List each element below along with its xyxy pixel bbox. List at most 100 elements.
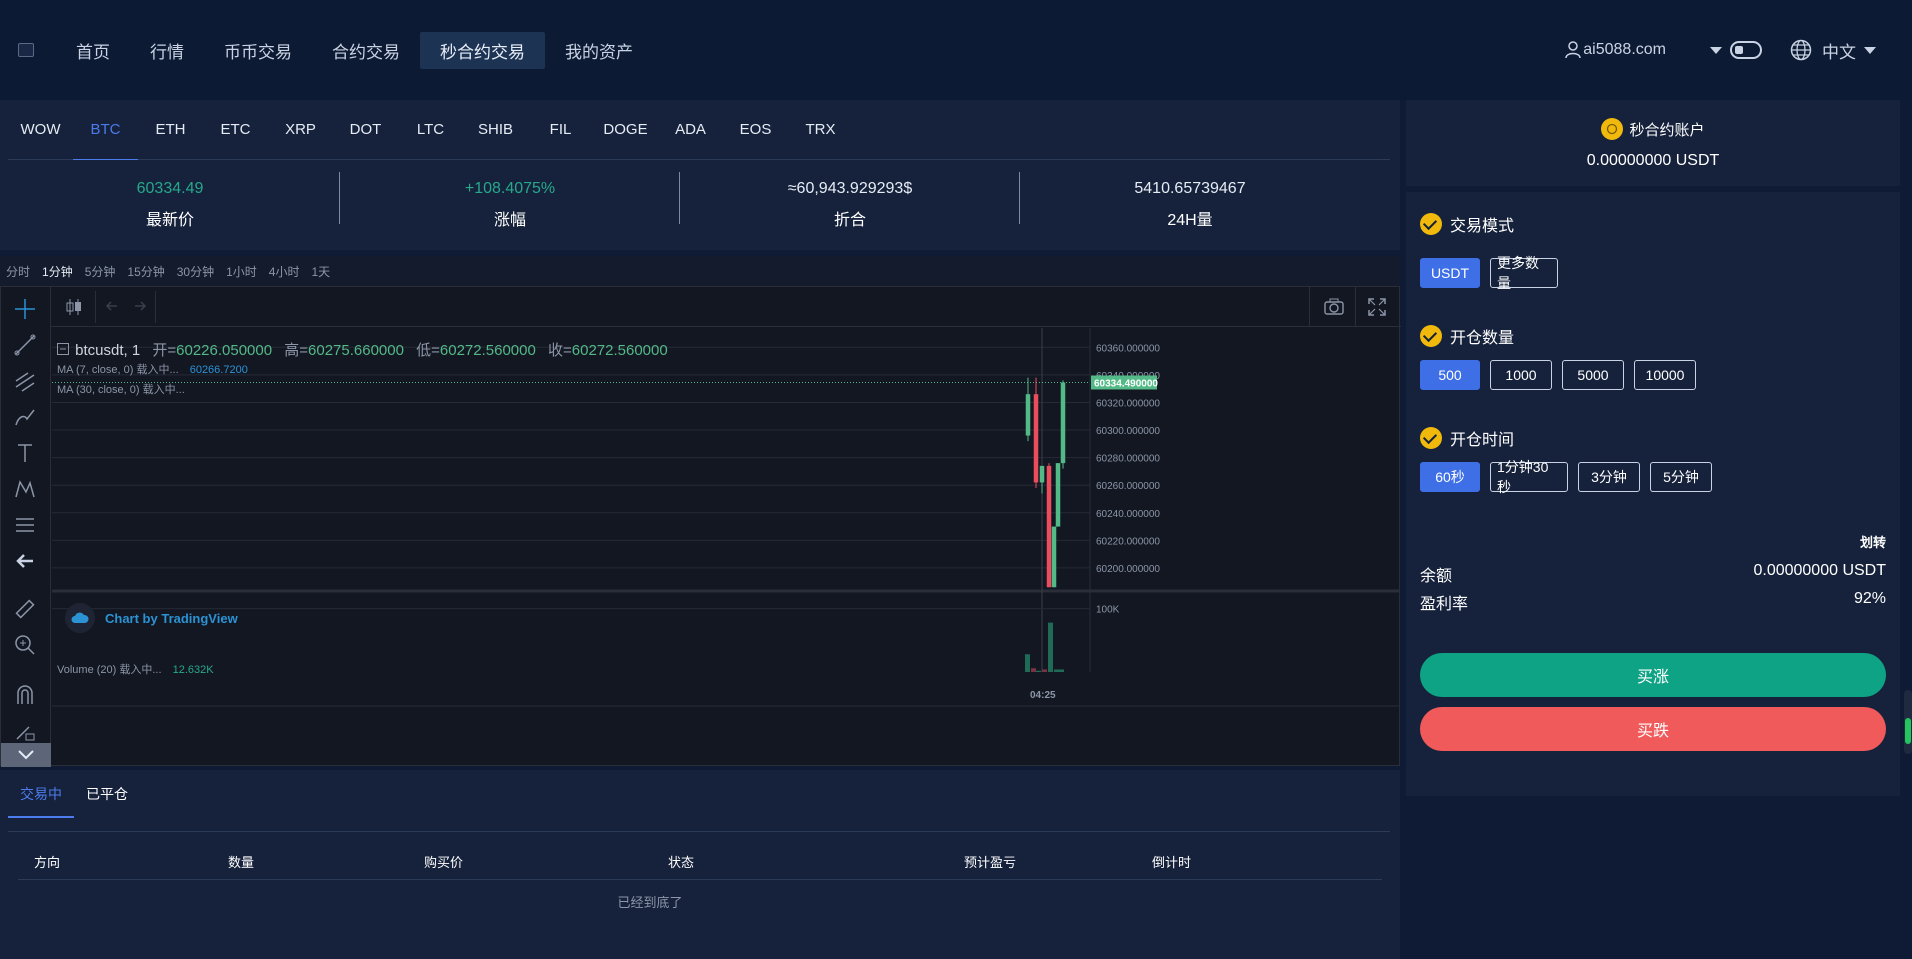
divider — [1355, 287, 1356, 327]
tradingview-badge[interactable]: Chart by TradingView — [65, 603, 238, 633]
time-5m-button[interactable]: 5分钟 — [1650, 462, 1712, 492]
col-estimated-pnl: 预计盈亏 — [964, 855, 1017, 870]
close-value: 60272.560000 — [571, 342, 668, 359]
coin-tab-btc[interactable]: BTC — [73, 100, 138, 161]
nav-futures[interactable]: 合约交易 — [312, 32, 420, 69]
low-value: 60272.560000 — [439, 342, 536, 359]
interval-15m[interactable]: 15分钟 — [121, 263, 170, 280]
candlestick-chart[interactable]: 60360.00000060340.00000060320.0000006030… — [52, 328, 1400, 766]
camera-icon[interactable] — [1323, 297, 1345, 317]
language-chevron-down-icon[interactable] — [1864, 46, 1876, 54]
profit-value: 92% — [1853, 590, 1886, 607]
mode-usdt-button[interactable]: USDT — [1420, 258, 1480, 288]
brush-icon[interactable] — [13, 405, 37, 429]
stat-equivalent: ≈60,943.929293$ 折合 — [680, 160, 1020, 250]
magnet-icon[interactable] — [13, 683, 37, 707]
col-direction: 方向 — [34, 855, 61, 870]
balance-label: 余额 — [1420, 568, 1453, 585]
coin-tab-fil[interactable]: FIL — [528, 100, 593, 160]
fullscreen-icon[interactable] — [1367, 297, 1387, 317]
candle-body — [1046, 465, 1052, 588]
ma7-value: 60266.7200 — [189, 364, 248, 376]
trade-mode-section: 交易模式 — [1420, 212, 1514, 236]
qty-500-button[interactable]: 500 — [1420, 360, 1480, 390]
low-label: 低= — [416, 342, 440, 359]
qty-10000-button[interactable]: 10000 — [1634, 360, 1696, 390]
volume-24h-label: 24H量 — [1167, 212, 1213, 229]
crosshair-icon[interactable] — [13, 297, 37, 321]
chart-symbol: btcusdt, 1 — [75, 342, 141, 359]
divider — [1309, 287, 1310, 327]
tab-closed[interactable]: 已平仓 — [74, 784, 140, 818]
buy-down-button[interactable]: 买跌 — [1420, 707, 1886, 751]
coin-tab-wow[interactable]: WOW — [8, 100, 73, 160]
open-value: 60226.050000 — [176, 342, 273, 359]
qty-1000-button[interactable]: 1000 — [1490, 360, 1552, 390]
transfer-link[interactable]: 划转 — [1860, 532, 1886, 551]
nav-assets[interactable]: 我的资产 — [545, 32, 653, 69]
tab-in-trade[interactable]: 交易中 — [8, 784, 74, 818]
coin-tab-shib[interactable]: SHIB — [463, 100, 528, 160]
open-qty-section: 开仓数量 — [1420, 324, 1514, 348]
nav-second-contract[interactable]: 秒合约交易 — [420, 31, 545, 69]
account-title: 秒合约账户 — [1629, 121, 1705, 139]
coin-tab-etc[interactable]: ETC — [203, 100, 268, 160]
redo-icon[interactable] — [133, 299, 147, 313]
globe-icon[interactable] — [1790, 39, 1812, 61]
toolbar-collapse[interactable] — [1, 743, 51, 767]
second-contract-account: 秒合约账户 0.00000000 USDT — [1406, 100, 1900, 186]
volume-bar — [1059, 669, 1064, 672]
coin-tab-doge[interactable]: DOGE — [593, 100, 658, 160]
interval-5m[interactable]: 5分钟 — [79, 263, 122, 280]
ruler-icon[interactable] — [13, 597, 37, 621]
orders-table-header: 方向 数量 购买价 状态 预计盈亏 倒计时 — [18, 840, 1382, 880]
coin-tab-trx[interactable]: TRX — [788, 100, 853, 160]
zoom-in-icon[interactable] — [13, 633, 37, 657]
time-3m-button[interactable]: 3分钟 — [1578, 462, 1640, 492]
coin-tab-eth[interactable]: ETH — [138, 100, 203, 160]
lock-drawing-icon[interactable] — [13, 719, 37, 743]
trend-line-icon[interactable] — [13, 333, 37, 357]
pattern-tool-icon[interactable] — [13, 477, 37, 501]
logo[interactable] — [18, 43, 34, 57]
interval-1m[interactable]: 1分钟 — [36, 263, 79, 280]
fib-tool-icon[interactable] — [13, 369, 37, 393]
coin-tab-eos[interactable]: EOS — [723, 100, 788, 160]
qty-5000-button[interactable]: 5000 — [1562, 360, 1624, 390]
interval-1h[interactable]: 1小时 — [220, 263, 263, 280]
interval-time-line[interactable]: 分时 — [0, 263, 36, 280]
mode-more-qty-button[interactable]: 更多数量 — [1490, 255, 1558, 291]
chart-top-toolbar — [51, 287, 1401, 327]
buy-up-button[interactable]: 买涨 — [1420, 653, 1886, 697]
nav-spot[interactable]: 币币交易 — [204, 32, 312, 69]
interval-bar: 分时 1分钟 5分钟 15分钟 30分钟 1小时 4小时 1天 — [0, 256, 1400, 286]
undo-icon[interactable] — [105, 299, 119, 313]
change-label: 涨幅 — [493, 212, 526, 229]
volume-bar — [1025, 654, 1030, 672]
check-circle-icon — [1420, 213, 1442, 235]
interval-4h[interactable]: 4小时 — [263, 263, 306, 280]
ticker-stats: 60334.49 最新价 +108.4075% 涨幅 ≈60,943.92929… — [0, 160, 1400, 250]
coin-tab-ada[interactable]: ADA — [658, 100, 723, 160]
interval-1d[interactable]: 1天 — [305, 263, 336, 280]
user-account[interactable]: ai5088.com — [1565, 41, 1666, 59]
nav-home[interactable]: 首页 — [56, 32, 130, 69]
coin-tab-xrp[interactable]: XRP — [268, 100, 333, 160]
text-tool-icon[interactable] — [13, 441, 37, 465]
arrow-left-icon[interactable] — [13, 549, 37, 573]
collapse-legend-icon[interactable] — [57, 343, 69, 355]
candle-body — [1060, 382, 1066, 464]
drawing-toolbar — [1, 287, 51, 767]
interval-30m[interactable]: 30分钟 — [171, 263, 220, 280]
chevron-down-icon[interactable] — [1710, 46, 1722, 54]
time-90s-button[interactable]: 1分钟30秒 — [1490, 459, 1568, 495]
scrollbar[interactable] — [1904, 690, 1912, 754]
coin-tab-ltc[interactable]: LTC — [398, 100, 463, 160]
theme-toggle[interactable] — [1730, 41, 1762, 59]
coin-tab-dot[interactable]: DOT — [333, 100, 398, 160]
nav-markets[interactable]: 行情 — [130, 32, 204, 69]
candle-type-icon[interactable] — [65, 297, 83, 317]
language-select[interactable]: 中文 — [1822, 38, 1856, 63]
time-60s-button[interactable]: 60秒 — [1420, 462, 1480, 492]
prediction-tool-icon[interactable] — [13, 513, 37, 537]
